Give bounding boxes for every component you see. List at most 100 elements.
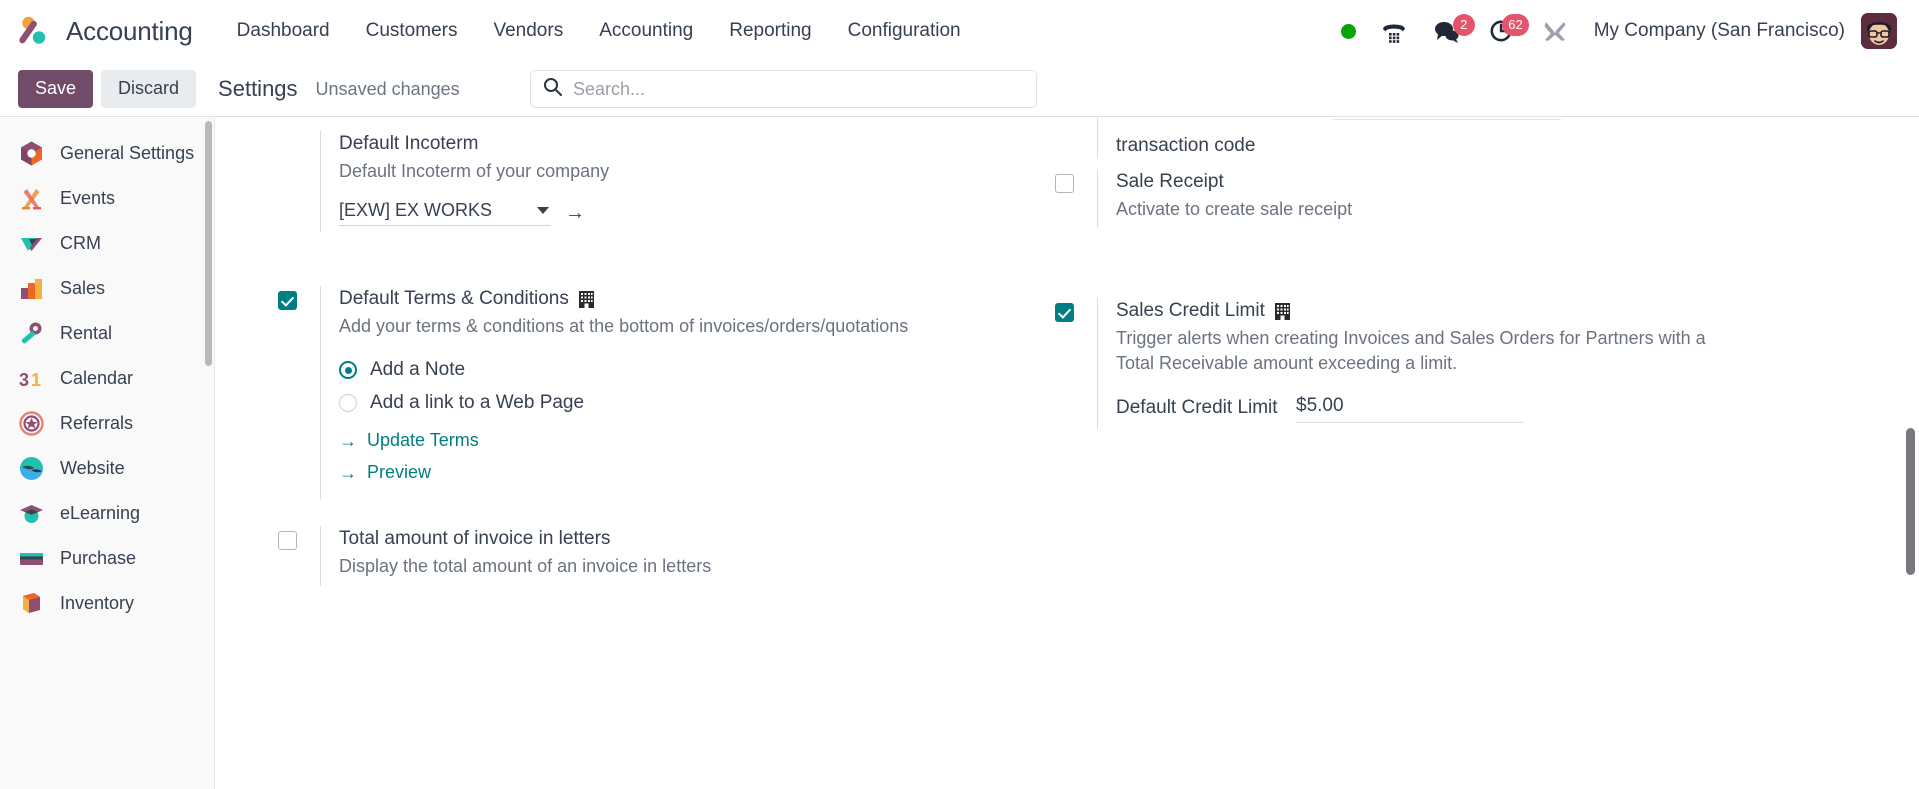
sale-receipt-checkbox[interactable] [1055, 174, 1074, 193]
checkbox-slot [1035, 169, 1097, 228]
sidebar-item-rental[interactable]: Rental [0, 311, 214, 356]
search-input[interactable]: Search... [530, 70, 1037, 108]
sidebar-item-label: Referrals [60, 413, 134, 433]
fragment-label: transaction code [1116, 135, 1256, 156]
setting-title-text: Sales Credit Limit [1116, 300, 1265, 322]
app-body: General Settings Events CRM Sales Rental… [0, 117, 1919, 789]
sidebar-item-calendar[interactable]: 3 1 Calendar [0, 356, 214, 401]
radio-label: Add a link to a Web Page [370, 392, 585, 414]
sales-credit-limit-checkbox[interactable] [1055, 303, 1074, 323]
setting-body: Total amount of invoice in letters Displ… [320, 526, 993, 586]
menu-item-dashboard[interactable]: Dashboard [219, 12, 348, 50]
setting-body: Default Incoterm Default Incoterm of you… [320, 131, 993, 233]
navbar-systray: 2 62 My Company (San Francisco) [1329, 13, 1897, 49]
incoterm-field-row: [EXW] EX WORKS → [339, 200, 993, 227]
menu-item-reporting[interactable]: Reporting [711, 12, 829, 50]
referrals-icon [18, 410, 45, 437]
menu-item-customers[interactable]: Customers [348, 12, 476, 50]
top-navbar: Accounting Dashboard Customers Vendors A… [0, 0, 1919, 62]
sidebar-item-events[interactable]: Events [0, 176, 214, 221]
sidebar-item-general-settings[interactable]: General Settings [0, 131, 214, 176]
control-panel: Save Discard Settings Unsaved changes Se… [0, 62, 1919, 117]
fragment-input-underline[interactable] [1333, 119, 1561, 120]
setting-body: Default Terms & Conditions Add your term… [320, 286, 993, 501]
setting-description: Add your terms & conditions at the botto… [339, 315, 909, 336]
sidebar-item-label: General Settings [60, 143, 195, 163]
menu-item-vendors[interactable]: Vendors [475, 12, 581, 50]
total-amount-letters-checkbox[interactable] [278, 531, 297, 551]
sidebar-item-label: Purchase [60, 548, 137, 568]
internal-link-arrow-icon[interactable]: → [565, 203, 585, 223]
setting-sale-receipt: Sale Receipt Activate to create sale rec… [1035, 159, 1770, 232]
discard-button[interactable]: Discard [101, 69, 197, 109]
setting-description: Default Incoterm of your company [339, 160, 610, 181]
odoo-logo-icon [18, 14, 52, 48]
settings-content: Default Incoterm Default Incoterm of you… [215, 117, 1919, 789]
checkbox-slot [258, 526, 320, 585]
default-credit-limit-input[interactable]: $5.00 [1296, 395, 1524, 423]
radio-label: Add a Note [370, 359, 466, 381]
setting-description: Trigger alerts when creating Invoices an… [1116, 327, 1706, 374]
menu-item-accounting[interactable]: Accounting [581, 12, 711, 50]
company-switcher[interactable]: My Company (San Francisco) [1594, 20, 1845, 42]
radio-add-a-note[interactable]: Add a Note [339, 359, 993, 381]
sales-icon [18, 275, 45, 302]
sidebar-item-label: CRM [60, 233, 101, 253]
radio-add-link-web-page[interactable]: Add a link to a Web Page [339, 392, 993, 414]
unsaved-changes-status: Unsaved changes [315, 78, 460, 99]
main-content-scrollbar[interactable] [1906, 428, 1915, 575]
developer-tools-icon[interactable] [1530, 15, 1580, 47]
settings-column-left: Default Incoterm Default Incoterm of you… [258, 117, 993, 590]
page-title: Settings [218, 76, 298, 101]
arrow-right-icon: → [339, 430, 357, 451]
update-terms-link[interactable]: → Update Terms [339, 430, 479, 451]
app-title: Accounting [66, 15, 193, 46]
setting-description: Activate to create sale receipt [1116, 198, 1353, 219]
menu-item-configuration[interactable]: Configuration [830, 12, 979, 50]
terms-type-radio-group: Add a Note Add a link to a Web Page [339, 359, 993, 414]
presence-dot-icon[interactable] [1329, 20, 1368, 43]
radio-button[interactable] [339, 394, 357, 413]
radio-button[interactable] [339, 361, 357, 380]
default-terms-checkbox[interactable] [278, 291, 297, 311]
setting-body: transaction code [1097, 117, 1770, 159]
activities-clock-icon[interactable]: 62 [1476, 13, 1530, 49]
setting-body: Sales Credit Limit Trigger alerts when c… [1097, 298, 1770, 429]
setting-body: Sale Receipt Activate to create sale rec… [1097, 169, 1770, 229]
sidebar-item-purchase[interactable]: Purchase [0, 536, 214, 581]
sidebar-scrollbar[interactable] [205, 121, 212, 366]
search-icon [543, 77, 562, 101]
phone-dialpad-icon[interactable] [1368, 14, 1420, 48]
sidebar-item-crm[interactable]: CRM [0, 221, 214, 266]
setting-sales-credit-limit: Sales Credit Limit Trigger alerts when c… [1035, 232, 1770, 433]
sidebar-item-inventory[interactable]: Inventory [0, 581, 214, 626]
preview-link[interactable]: → Preview [339, 462, 431, 483]
setting-total-amount-in-letters: Total amount of invoice in letters Displ… [258, 504, 993, 589]
events-icon [18, 185, 45, 212]
settings-sidebar: General Settings Events CRM Sales Rental… [0, 117, 215, 789]
user-avatar[interactable] [1861, 13, 1897, 49]
elearning-icon [18, 500, 45, 527]
save-button[interactable]: Save [18, 69, 94, 109]
sidebar-item-label: eLearning [60, 503, 141, 523]
incoterm-select[interactable]: [EXW] EX WORKS [339, 200, 551, 227]
incoterm-value: [EXW] EX WORKS [339, 200, 493, 221]
messages-icon[interactable]: 2 [1420, 13, 1476, 49]
checkbox-slot [258, 286, 320, 500]
arrow-right-icon: → [339, 462, 357, 483]
sidebar-item-sales[interactable]: Sales [0, 266, 214, 311]
app-brand[interactable]: Accounting [18, 14, 193, 48]
sidebar-item-referrals[interactable]: Referrals [0, 401, 214, 446]
checkbox-slot-empty [258, 131, 320, 232]
crm-icon [18, 230, 45, 257]
sidebar-item-elearning[interactable]: eLearning [0, 491, 214, 536]
sidebar-item-label: Inventory [60, 593, 135, 613]
sidebar-item-website[interactable]: Website [0, 446, 214, 491]
calendar-icon: 3 1 [18, 365, 45, 392]
setting-title: Sale Receipt [1116, 171, 1224, 192]
settings-column-right: transaction code Sale Receipt Activate t… [1035, 117, 1770, 590]
chevron-down-icon [537, 207, 549, 215]
terms-action-links: → Update Terms → Preview [339, 430, 993, 483]
setting-title: Total amount of invoice in letters [339, 528, 611, 550]
purchase-icon [18, 545, 45, 572]
